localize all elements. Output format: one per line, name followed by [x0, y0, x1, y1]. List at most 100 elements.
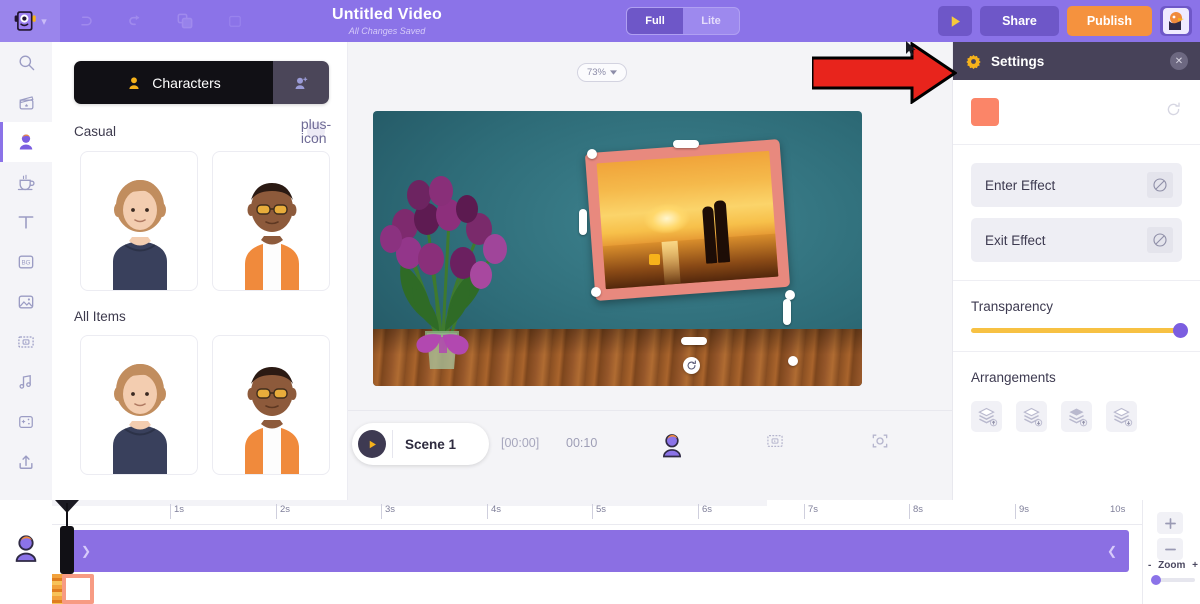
mode-option-lite[interactable]: Lite — [683, 8, 739, 34]
undo-button[interactable] — [60, 0, 110, 42]
sidebar-item-text[interactable] — [0, 202, 52, 242]
canvas-zoom-selector[interactable]: 73% — [577, 63, 627, 82]
add-character-icon — [292, 74, 311, 92]
gear-icon — [965, 53, 982, 70]
playhead-knob[interactable] — [60, 526, 74, 574]
left-icon-rail: BG — [0, 42, 52, 500]
none-icon — [1152, 177, 1168, 193]
character-card[interactable] — [80, 335, 198, 475]
character-icon — [658, 431, 686, 461]
enter-effect-row[interactable]: Enter Effect — [971, 163, 1182, 207]
delete-button[interactable] — [210, 0, 260, 42]
duplicate-button[interactable] — [160, 0, 210, 42]
sidebar-item-video[interactable] — [0, 322, 52, 362]
add-character-button[interactable] — [273, 61, 329, 104]
send-to-back-button[interactable] — [1016, 401, 1047, 432]
sidebar-item-props[interactable] — [0, 162, 52, 202]
selection-handle-bl[interactable] — [591, 287, 601, 297]
close-icon: ✕ — [1175, 56, 1183, 67]
layers-backward-icon — [1110, 405, 1133, 428]
sidebar-item-upload[interactable] — [0, 442, 52, 482]
selection-edge-right[interactable] — [783, 299, 791, 325]
bring-forward-button[interactable] — [1061, 401, 1092, 432]
selection-handle-br[interactable] — [788, 356, 798, 366]
timeline-zoom-slider-thumb[interactable] — [1151, 575, 1161, 585]
video-icon — [16, 332, 36, 352]
video-title-block[interactable]: Untitled Video All Changes Saved — [282, 6, 492, 36]
color-swatch[interactable] — [971, 98, 999, 126]
preview-play-button[interactable] — [938, 6, 972, 36]
upload-icon — [16, 452, 36, 472]
zoom-out-button[interactable] — [1157, 538, 1183, 560]
timeline-track-header — [0, 500, 52, 604]
send-backward-button[interactable] — [1106, 401, 1137, 432]
avatar[interactable] — [1160, 6, 1192, 36]
timeline-track-avatar[interactable] — [10, 532, 42, 571]
tulip-vase-object[interactable] — [375, 135, 535, 370]
section-title: All Items — [74, 309, 126, 324]
timeline-ruler[interactable]: 1s 2s 3s 4s 5s 6s 7s 8s 9s 10s — [52, 500, 1142, 525]
sidebar-item-characters[interactable] — [0, 122, 52, 162]
timeline-selected-item[interactable] — [62, 574, 94, 604]
exit-effect-value[interactable] — [1147, 227, 1173, 253]
settings-title: Settings — [991, 54, 1044, 69]
sidebar-item-scenes[interactable] — [0, 82, 52, 122]
sidebar-item-search[interactable] — [0, 42, 52, 82]
scene-chip[interactable]: Scene 1 — [352, 423, 489, 465]
crop-marker-icon[interactable] — [649, 254, 660, 265]
character-card[interactable] — [80, 151, 198, 291]
character-thumbnail-male-glasses — [213, 344, 330, 475]
bg-icon: BG — [16, 252, 36, 272]
scene-play-button[interactable] — [358, 430, 386, 458]
enter-effect-value[interactable] — [1147, 172, 1173, 198]
scene-start-time: [00:00] — [501, 436, 539, 450]
zoom-minus-label: - — [1148, 560, 1151, 571]
mode-option-full[interactable]: Full — [627, 8, 683, 34]
sidebar-item-background[interactable]: BG — [0, 242, 52, 282]
sidebar-item-effects[interactable] — [0, 402, 52, 442]
selection-handle-tl[interactable] — [587, 149, 597, 159]
zoom-in-button[interactable]: plus-icon — [1157, 512, 1183, 534]
scene-character-button[interactable] — [658, 431, 686, 461]
character-thumbnail-male-curly — [81, 160, 198, 291]
selection-edge-top[interactable] — [673, 140, 699, 148]
timeline-zoom-slider[interactable] — [1151, 578, 1195, 582]
transparency-slider-thumb[interactable] — [1173, 323, 1188, 338]
library-tab-characters[interactable]: Characters — [74, 61, 273, 104]
timeline-zoom-controls: plus-icon - Zoom + — [1142, 500, 1200, 604]
transparency-slider[interactable] — [971, 328, 1182, 333]
publish-button[interactable]: Publish — [1067, 6, 1152, 36]
character-grid-casual — [80, 151, 347, 291]
character-card[interactable] — [212, 335, 330, 475]
share-button[interactable]: Share — [980, 6, 1059, 36]
sea-reflection — [661, 241, 680, 285]
rotate-handle[interactable] — [683, 357, 700, 374]
selection-edge-left[interactable] — [579, 209, 587, 235]
framed-photo-object[interactable] — [585, 139, 790, 301]
close-settings-button[interactable]: ✕ — [1170, 52, 1188, 70]
exit-effect-row[interactable]: Exit Effect — [971, 218, 1182, 262]
reset-color-button[interactable] — [1165, 101, 1182, 123]
character-card[interactable] — [212, 151, 330, 291]
clip-trim-right-icon[interactable]: ❮ — [1107, 544, 1117, 558]
bring-to-front-button[interactable] — [971, 401, 1002, 432]
video-canvas[interactable] — [373, 111, 862, 386]
scene-transition-button[interactable] — [765, 431, 785, 451]
mode-switch[interactable]: Full Lite — [626, 7, 740, 35]
clip-trim-left-icon[interactable]: ❯ — [81, 544, 91, 558]
sidebar-item-music[interactable] — [0, 362, 52, 402]
app-logo-icon — [13, 8, 39, 34]
zoom-label: Zoom — [1158, 560, 1185, 571]
canvas-stage: 73% — [348, 42, 952, 500]
app-logo-button[interactable]: ▾ — [0, 0, 60, 42]
selection-edge-bottom[interactable] — [681, 337, 707, 345]
scene-camera-button[interactable] — [870, 431, 890, 451]
scene-strip: Scene 1 [00:00] 00:10 — [348, 410, 952, 500]
duplicate-icon — [175, 11, 195, 31]
ruler-tick: 1s — [170, 504, 184, 519]
delete-icon — [226, 12, 244, 30]
redo-button[interactable] — [110, 0, 160, 42]
add-to-casual-button[interactable]: plus-icon — [307, 122, 325, 140]
sidebar-item-images[interactable] — [0, 282, 52, 322]
timeline-clip[interactable]: ❯ ❮ — [61, 530, 1129, 572]
